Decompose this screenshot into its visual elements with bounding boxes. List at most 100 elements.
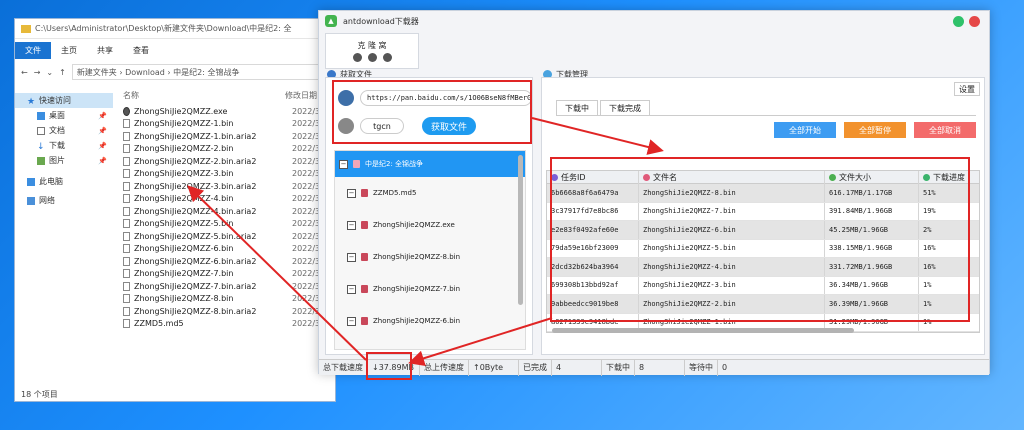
collapse-icon[interactable]: − [347,220,356,230]
file-list-item[interactable]: ZhongShiJie2QMZZ-6.bin 2022/3/17 [123,243,337,256]
forward-arrow-icon[interactable]: → [34,68,41,77]
tree-item[interactable]: − ZhongShiJie2QMZZ-6.bin [335,305,525,337]
collapse-icon[interactable]: − [347,316,356,326]
file-list-item[interactable]: ZhongShiJie2QMZZ.exe 2022/3/17 [123,105,337,118]
app-statusbar: 总下载速度 ↓37.89MB 总上传速度 ↑0Byte 已完成 4 下载中 8 … [319,359,989,376]
nav-item-this-pc[interactable]: 此电脑 [15,174,113,189]
file-list-item[interactable]: ZhongShiJie2QMZZ-3.bin 2022/3/17 [123,168,337,181]
cancel-all-button[interactable]: 全部取消 [914,122,976,138]
file-name: ZhongShiJie2QMZZ-2.bin.aria2 [134,156,257,166]
file-icon [361,349,368,350]
tab-downloading[interactable]: 下载中 [556,100,598,116]
file-name: ZhongShiJie2QMZZ-8.bin [134,294,234,304]
tree-item-label: ZhongShiJie2QMZZ-6.bin [373,317,461,325]
tree-item[interactable]: − ZhongShiJie2QMZZ-7.bin [335,273,525,305]
tree-item-label: ZhongShiJie2QMZZ.exe [373,221,455,229]
tree-item[interactable]: − ZZMD5.md5 [335,177,525,209]
tab-divider [556,115,976,116]
file-list-item[interactable]: ZhongShiJie2QMZZ-5.bin.aria2 2022/3/17 [123,230,337,243]
file-list-item[interactable]: ZhongShiJie2QMZZ-8.bin.aria2 2022/3/17 [123,305,337,318]
nav-label: 网络 [39,196,55,205]
file-name: ZhongShiJie2QMZZ-1.bin.aria2 [134,131,257,141]
file-icon [123,144,130,154]
breadcrumb[interactable]: 新建文件夹 › Download › 中是纪2: 全锦战争 [71,64,333,80]
file-list-item[interactable]: ZhongShiJie2QMZZ-1.bin 2022/3/17 [123,118,337,131]
file-list-item[interactable]: ZhongShiJie2QMZZ-3.bin.aria2 2022/3/17 [123,180,337,193]
nav-item-quick-access[interactable]: ★ 快速访问 [15,93,113,108]
explorer-titlebar: C:\Users\Administrator\Desktop\新建文件夹\Dow… [15,19,337,39]
mascot-icon [367,53,377,62]
document-icon [37,126,45,135]
collapse-icon[interactable]: − [347,252,356,262]
column-header-date[interactable]: 修改日期 [285,90,317,101]
ribbon-tab-share[interactable]: 共享 [87,42,123,59]
file-name: ZhongShiJie2QMZZ.exe [134,106,228,116]
app-titlebar: ▲ antdownload下载器 [319,11,989,31]
android-icon: ▲ [325,15,337,27]
brand-logo: 克 隆 窝 [325,33,419,69]
file-list-item[interactable]: ZhongShiJie2QMZZ-7.bin.aria2 2022/3/17 [123,280,337,293]
file-list-item[interactable]: ZhongShiJie2QMZZ-6.bin.aria2 2022/3/17 [123,255,337,268]
file-list-item[interactable]: ZhongShiJie2QMZZ-2.bin 2022/3/17 [123,143,337,156]
nav-item-network[interactable]: 网络 [15,193,113,208]
file-name: ZhongShiJie2QMZZ-4.bin.aria2 [134,206,257,216]
file-name: ZhongShiJie2QMZZ-8.bin.aria2 [134,306,257,316]
chevron-down-icon[interactable]: ⌄ [46,68,53,77]
network-icon [27,196,35,205]
tree-root-label: 中是纪2: 全锦战争 [365,160,424,168]
collapse-icon[interactable]: − [347,188,356,198]
breadcrumb-item[interactable]: 新建文件夹 [77,67,117,78]
ribbon-tab-file[interactable]: 文件 [15,41,51,59]
annotation-box-input [332,80,532,144]
upload-speed-value: ↑0Byte [469,359,519,376]
breadcrumb-item[interactable]: Download [125,68,165,77]
tree-item[interactable]: − ZhongShiJie2QMZZ-5.bin [335,337,525,350]
start-all-button[interactable]: 全部开始 [774,122,836,138]
file-list-item[interactable]: ZhongShiJie2QMZZ-4.bin 2022/3/17 [123,193,337,206]
pause-all-button[interactable]: 全部暂停 [844,122,906,138]
file-list-item[interactable]: ZhongShiJie2QMZZ-2.bin.aria2 2022/3/17 [123,155,337,168]
back-arrow-icon[interactable]: ← [21,68,28,77]
ribbon-tab-view[interactable]: 查看 [123,42,159,59]
file-icon [123,119,130,129]
collapse-icon[interactable]: − [339,159,348,169]
table-horizontal-scrollbar[interactable] [552,328,854,333]
column-header-name[interactable]: 名称 [123,90,285,101]
file-list-item[interactable]: ZhongShiJie2QMZZ-4.bin.aria2 2022/3/17 [123,205,337,218]
collapse-icon[interactable]: − [347,348,356,349]
file-name: ZZMD5.md5 [134,319,184,329]
file-list-item[interactable]: ZZMD5.md5 2022/3/17 [123,318,337,331]
file-list-item[interactable]: ZhongShiJie2QMZZ-5.bin 2022/3/17 [123,218,337,231]
tree-scrollbar[interactable] [518,155,523,305]
file-icon [123,244,130,254]
download-speed-label: 总下载速度 [319,359,368,376]
nav-label: 快速访问 [39,96,71,105]
waiting-count: 0 [722,363,728,372]
close-button[interactable] [969,16,980,27]
up-arrow-icon[interactable]: ↑ [59,68,66,77]
ribbon-tab-home[interactable]: 主页 [51,42,87,59]
nav-item-pictures[interactable]: 图片 📌 [15,153,113,168]
file-list-item[interactable]: ZhongShiJie2QMZZ-7.bin 2022/3/17 [123,268,337,281]
file-icon [123,219,130,229]
collapse-icon[interactable]: − [347,284,356,294]
file-list-item[interactable]: ZhongShiJie2QMZZ-1.bin.aria2 2022/3/17 [123,130,337,143]
nav-item-downloads[interactable]: ↓ 下载 📌 [15,138,113,153]
explorer-nav-pane: ★ 快速访问 桌面 📌 文档 📌 ↓ 下载 📌 图片 📌 此电脑 网络 [15,93,113,373]
file-name: ZhongShiJie2QMZZ-5.bin [134,219,234,229]
nav-item-documents[interactable]: 文档 📌 [15,123,113,138]
tree-item[interactable]: − ZhongShiJie2QMZZ-8.bin [335,241,525,273]
nav-label: 下载 [49,141,65,150]
nav-item-desktop[interactable]: 桌面 📌 [15,108,113,123]
nav-label: 文档 [49,126,65,135]
file-list-header: 名称 修改日期 [123,87,337,103]
minimize-button[interactable] [953,16,964,27]
tree-item[interactable]: − ZhongShiJie2QMZZ.exe [335,209,525,241]
tab-completed[interactable]: 下载完成 [600,100,650,116]
breadcrumb-item[interactable]: 中是纪2: 全锦战争 [173,67,239,78]
file-name: ZhongShiJie2QMZZ-6.bin.aria2 [134,256,257,266]
settings-button[interactable]: 设置 [954,82,980,96]
tree-root[interactable]: − 中是纪2: 全锦战争 [335,151,525,177]
file-list-item[interactable]: ZhongShiJie2QMZZ-8.bin 2022/3/17 [123,293,337,306]
file-list: ZhongShiJie2QMZZ.exe 2022/3/17 ZhongShiJie… [123,105,337,330]
